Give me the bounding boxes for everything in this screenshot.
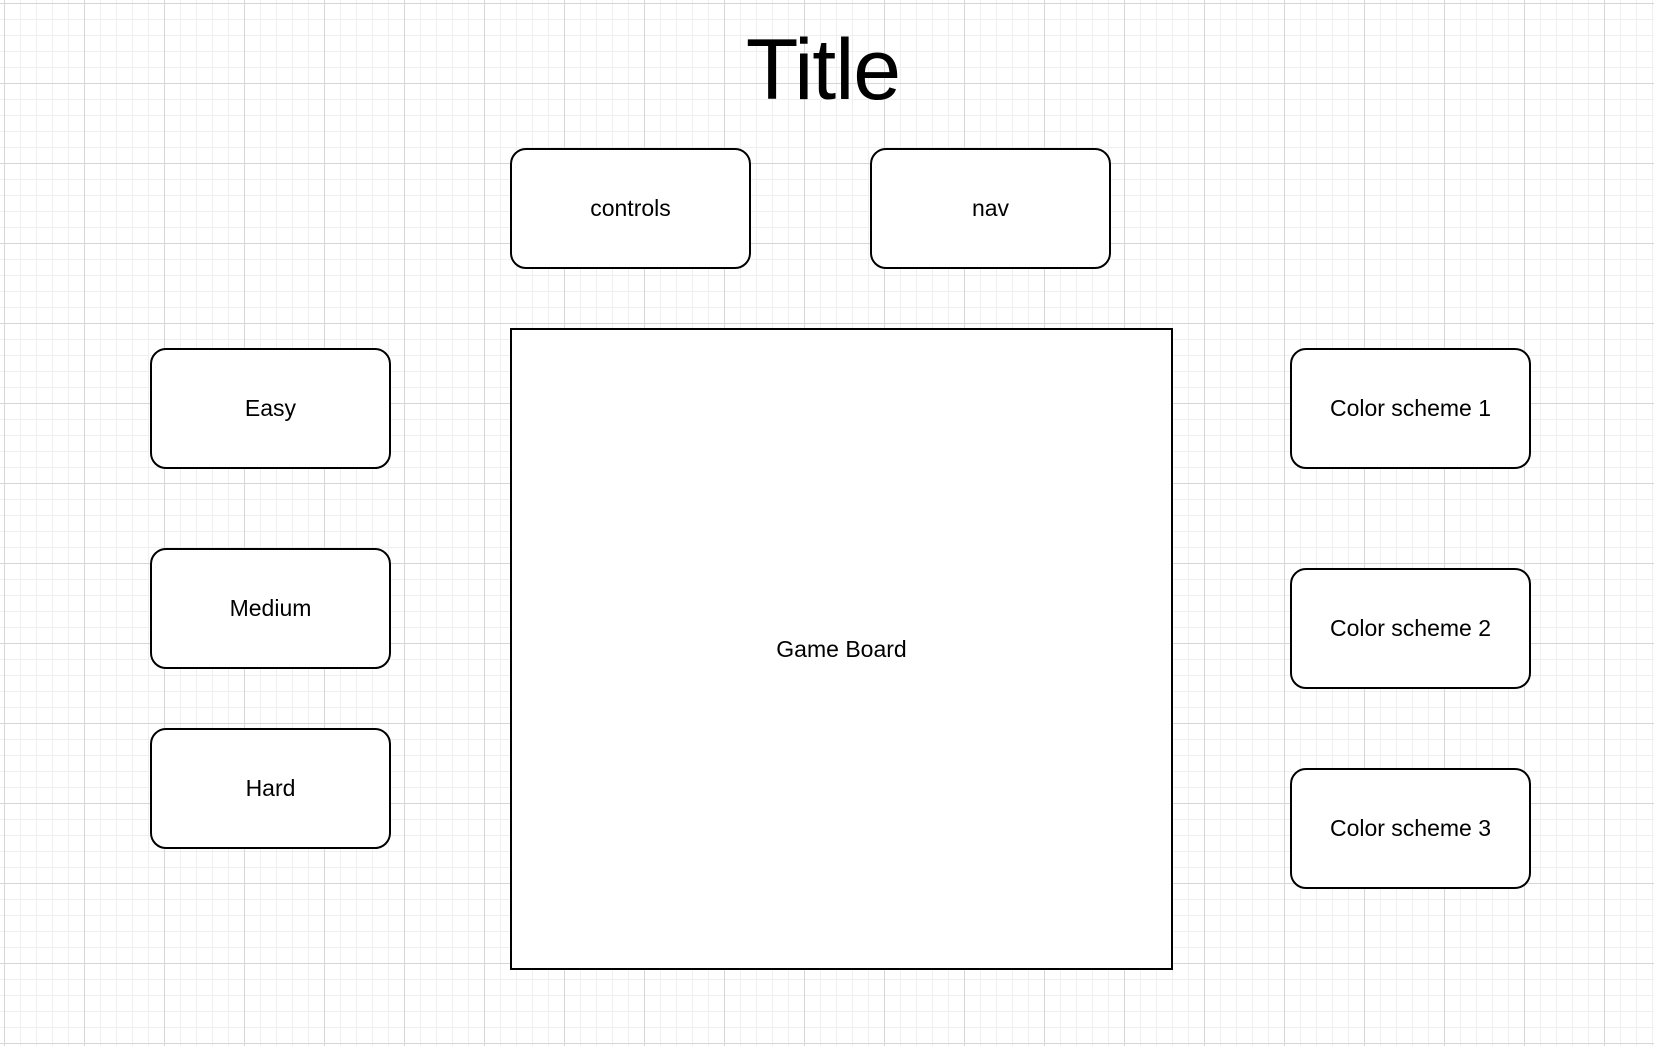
- controls-button-label: controls: [590, 195, 671, 221]
- hard-button-label: Hard: [245, 775, 296, 801]
- medium-button-label: Medium: [229, 595, 312, 621]
- easy-button-label: Easy: [244, 395, 297, 421]
- medium-button[interactable]: Medium: [150, 548, 391, 669]
- color-scheme-3-button[interactable]: Color scheme 3: [1290, 768, 1531, 889]
- nav-button-label: nav: [971, 195, 1010, 221]
- color-scheme-1-label: Color scheme 1: [1329, 395, 1492, 421]
- game-board[interactable]: Game Board: [510, 328, 1173, 970]
- hard-button[interactable]: Hard: [150, 728, 391, 849]
- page-title: Title: [745, 22, 901, 118]
- easy-button[interactable]: Easy: [150, 348, 391, 469]
- color-scheme-3-label: Color scheme 3: [1329, 815, 1492, 841]
- game-board-label: Game Board: [776, 635, 907, 662]
- diagram-canvas: Title controls nav Easy Medium Hard Game…: [0, 0, 1654, 1046]
- color-scheme-2-label: Color scheme 2: [1329, 615, 1492, 641]
- nav-button[interactable]: nav: [870, 148, 1111, 269]
- controls-button[interactable]: controls: [510, 148, 751, 269]
- color-scheme-1-button[interactable]: Color scheme 1: [1290, 348, 1531, 469]
- color-scheme-2-button[interactable]: Color scheme 2: [1290, 568, 1531, 689]
